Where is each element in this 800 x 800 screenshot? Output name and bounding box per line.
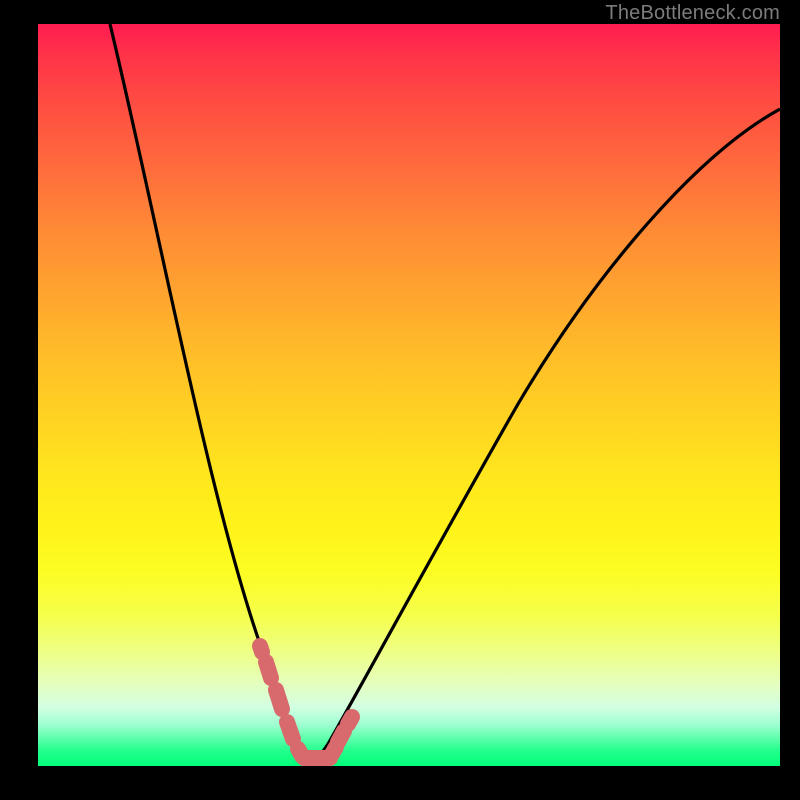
source-watermark: TheBottleneck.com — [605, 2, 780, 25]
chart-frame: TheBottleneck.com — [0, 0, 800, 800]
plot-area — [38, 24, 780, 766]
bottleneck-curve-path — [110, 24, 780, 762]
highlight-markers — [260, 646, 352, 758]
bottleneck-curve-svg — [38, 24, 780, 766]
